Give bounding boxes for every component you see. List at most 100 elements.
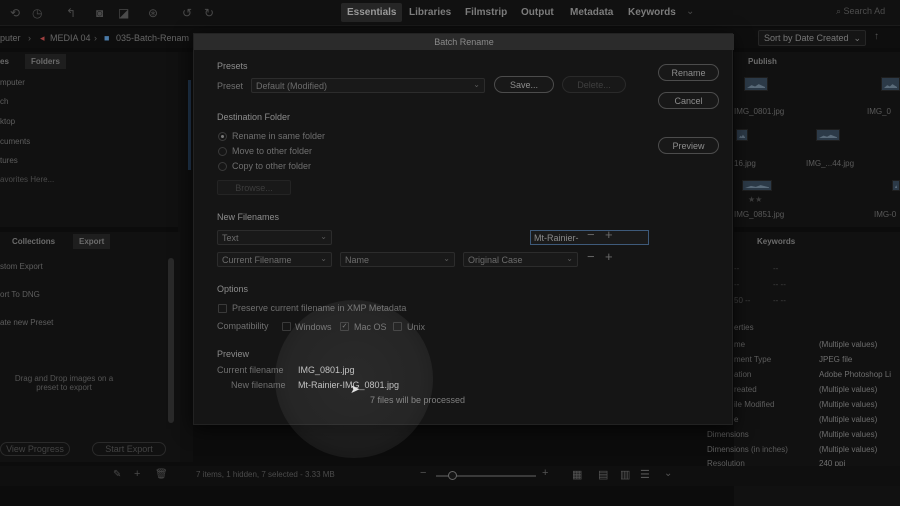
preview-button[interactable]: Preview [658,137,719,154]
export-dng[interactable]: ort To DNG [0,290,40,299]
meta-key: e [734,415,739,424]
top-toolbar: ⟲ ◷ ↰ ◙ ◪ ⊛ ↺ ↻ Essentials Libraries Fil… [0,0,900,26]
meta-key: Dimensions [707,430,749,439]
thumbnail-label: IMG_0 [867,107,892,116]
drive-icon: ◂ [40,33,45,43]
list-view-icon[interactable]: ☰ [640,468,650,481]
favorite-documents[interactable]: cuments [0,137,30,146]
save-preset-button[interactable]: Save... [494,76,554,93]
chevron-down-icon[interactable]: ⌄ [686,6,694,17]
boomerang-icon[interactable]: ⟲ [10,6,20,20]
tab-export[interactable]: Export [73,234,111,249]
thumbnail[interactable] [742,180,772,191]
zoom-in-icon[interactable]: + [542,467,548,479]
camera-icon[interactable]: ◙ [96,6,103,20]
breadcrumb-computer[interactable]: puter [0,33,21,43]
chevron-down-icon[interactable]: ⌄ [664,468,672,479]
macos-checkbox[interactable]: ✓ [340,322,349,331]
rename-button[interactable]: Rename [658,64,719,81]
workspace-keywords[interactable]: Keywords [628,7,676,18]
pencil-icon[interactable]: ✎ [113,469,121,480]
search-input[interactable]: ⌕ Search Ad [836,6,885,17]
preset-select[interactable]: Default (Modified) ⌄ [251,78,485,93]
unix-label[interactable]: Unix [407,322,425,332]
export-scrollbar[interactable] [168,258,174,423]
camera-raw-icon[interactable]: ↰ [66,6,76,20]
add-row-icon[interactable]: + [605,249,613,264]
thumbnail[interactable] [881,77,900,91]
compatibility-label: Compatibility [217,321,269,331]
rename-same-folder-label[interactable]: Rename in same folder [232,131,325,141]
add-row-icon[interactable]: + [605,227,613,242]
export-new-preset[interactable]: ate new Preset [0,318,53,327]
dialog-title: Batch Rename [194,34,734,50]
sort-select[interactable]: Sort by Date Created ⌄ [758,30,866,46]
row1-type-value: Text [222,233,239,243]
tab-publish[interactable]: Publish [748,57,777,66]
favorite-desktop[interactable]: ktop [0,117,15,126]
thumbnail[interactable] [816,129,840,141]
tab-collections[interactable]: Collections [12,237,55,246]
preserve-filename-label[interactable]: Preserve current filename in XMP Metadat… [232,303,406,313]
zoom-slider-thumb[interactable] [448,471,457,480]
trash-icon[interactable]: 🗑 [155,469,168,480]
tab-favorites[interactable]: es [0,57,9,66]
filename-row2-case-select[interactable]: Original Case ⌄ [463,252,578,267]
thumbnail[interactable] [744,77,768,91]
recent-icon[interactable]: ◷ [32,6,42,20]
copy-folder-label[interactable]: Copy to other folder [232,161,311,171]
workspace-metadata[interactable]: Metadata [570,7,613,18]
favorite-desktop-user[interactable]: ch [0,97,8,106]
view-progress-button[interactable]: View Progress [0,442,70,456]
favorite-pictures[interactable]: tures [0,156,18,165]
grid-view-icon[interactable]: ▦ [572,468,582,481]
sort-direction-icon[interactable]: ↑ [874,31,879,42]
filename-row2-name-select[interactable]: Name ⌄ [340,252,455,267]
rotate-left-icon[interactable]: ↺ [182,6,192,20]
rotate-right-icon[interactable]: ↻ [204,6,214,20]
details-view-icon[interactable]: ▥ [620,468,630,481]
preserve-filename-checkbox[interactable] [218,304,227,313]
export-panel: Collections Export stom Export ort To DN… [0,232,180,462]
refine-icon[interactable]: ◪ [118,6,129,20]
filename-row2-type-select[interactable]: Current Filename ⌄ [217,252,332,267]
cancel-button[interactable]: Cancel [658,92,719,109]
properties-heading: erties [734,323,754,332]
thumbnail[interactable] [892,180,900,191]
start-export-button[interactable]: Start Export [92,442,166,456]
thumbnail-label: IMG_0851.jpg [734,210,785,219]
chevron-down-icon: ⌄ [320,232,327,241]
rating-stars[interactable]: ★★ [748,195,762,204]
windows-checkbox[interactable] [282,322,291,331]
open-in-icon[interactable]: ⊛ [148,6,158,20]
browse-button[interactable]: Browse... [217,180,291,195]
workspace-essentials[interactable]: Essentials [341,3,403,22]
favorite-computer[interactable]: mputer [0,78,25,87]
move-folder-label[interactable]: Move to other folder [232,146,312,156]
radio-copy-folder[interactable] [218,162,227,171]
filename-row1-type-select[interactable]: Text ⌄ [217,230,332,245]
tab-folders[interactable]: Folders [25,54,66,69]
workspace-output[interactable]: Output [521,7,554,18]
placeholder-dashes: -- [734,264,740,273]
row2-name-value: Name [345,255,370,265]
zoom-out-icon[interactable]: − [420,467,426,479]
breadcrumb-folder[interactable]: 035-Batch-Renam [116,33,189,43]
macos-label[interactable]: Mac OS [354,322,387,332]
thumbnail[interactable] [736,129,748,141]
remove-row-icon[interactable]: − [587,249,595,264]
add-icon[interactable]: + [134,468,140,480]
radio-move-folder[interactable] [218,147,227,156]
remove-row-icon[interactable]: − [587,227,595,242]
unix-checkbox[interactable] [393,322,402,331]
tab-keywords[interactable]: Keywords [757,237,795,246]
meta-value: (Multiple values) [819,415,878,424]
workspace-filmstrip[interactable]: Filmstrip [465,7,507,18]
export-custom[interactable]: stom Export [0,262,43,271]
radio-rename-same-folder[interactable] [218,132,227,141]
workspace-libraries[interactable]: Libraries [409,7,451,18]
windows-label[interactable]: Windows [295,322,332,332]
thumbnail-view-icon[interactable]: ▤ [598,468,608,481]
breadcrumb-media[interactable]: MEDIA 04 [50,33,91,43]
delete-preset-button[interactable]: Delete... [562,76,626,93]
